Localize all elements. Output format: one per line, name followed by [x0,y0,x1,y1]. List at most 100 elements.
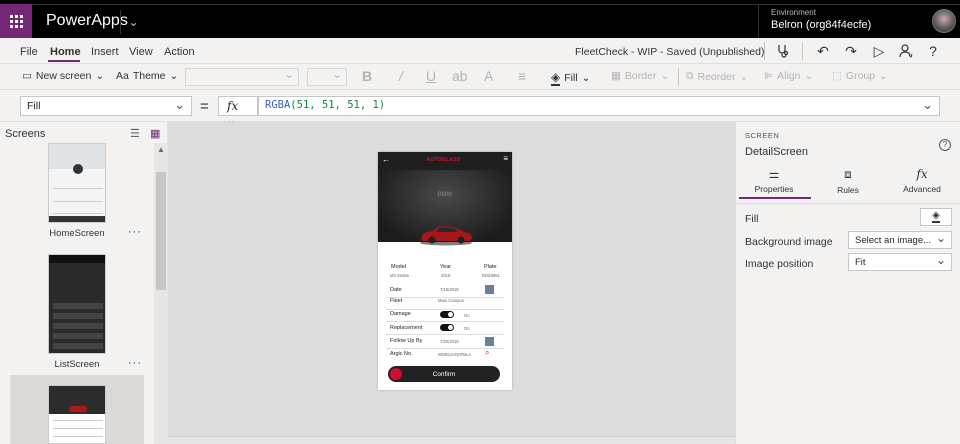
replacement-label: Replacement [390,325,423,331]
calendar-icon[interactable] [485,285,494,294]
confirm-label: Confirm [432,370,456,378]
document-status: FleetCheck - WIP - Saved (Unpublished) [575,46,765,58]
new-screen-label: New screen [35,70,92,82]
new-screen-button[interactable]: ▭ New screen ⌄ [22,70,104,82]
help-circle-icon[interactable]: ? [939,139,951,151]
theme-label: Theme [132,70,166,82]
confirm-dot-icon [390,368,402,380]
active-tab-indicator [739,197,811,199]
phone-preview[interactable]: ← AUTOGLASS ≡ BMW Model M3 Sedan Year 20… [378,152,512,390]
list-view-icon[interactable]: ☰ [130,127,140,140]
app-checker-icon[interactable] [772,41,794,61]
listscreen-more-button[interactable]: ··· [128,357,142,369]
menu-insert[interactable]: Insert [91,46,119,58]
argic-value[interactable]: WDB12AN0FBLA [438,352,471,357]
group-button[interactable]: ⬚ Group ⌄ [832,70,888,82]
date-value[interactable]: 7/16/2018 [440,287,459,292]
separator [764,42,765,60]
play-icon[interactable]: ▷ [868,41,890,61]
app-menu-chevron-icon[interactable]: ⌄ [120,10,146,34]
font-color-icon[interactable]: A [484,68,493,84]
bold-icon[interactable]: B [362,68,372,84]
property-dropdown[interactable]: Fill [20,96,192,116]
background-image-label: Background image [745,236,833,248]
replacement-value: On [464,326,470,331]
plate-value: RDZ6981 [482,273,500,278]
theme-button[interactable]: Aa Theme ⌄ [116,70,178,82]
brand-logo: AUTOGLASS [426,157,461,163]
reorder-button[interactable]: ⧉ Reorder ⌄ [686,70,748,83]
menu-action[interactable]: Action [164,46,195,58]
environment-name: Belron (org84f4ecfe) [771,19,872,31]
chevron-down-icon: ⌄ [581,72,591,84]
chevron-down-icon: ⌄ [879,70,888,82]
fx-icon: fx [227,99,239,113]
scroll-up-icon[interactable]: ▲ [157,145,165,154]
screen-name-homescreen[interactable]: HomeScreen [22,228,132,239]
menu-home[interactable]: Home [50,46,81,58]
app-launcher-button[interactable] [0,4,32,38]
active-menu-indicator [48,60,80,62]
tab-rules[interactable]: ⧈ Rules [813,167,883,195]
scrollbar-thumb[interactable] [156,172,166,290]
fill-color-picker[interactable]: ◈ [920,208,952,226]
waffle-icon [9,14,23,28]
divider [386,334,504,335]
separator [802,42,803,60]
model-value: M3 Sedan [390,273,410,278]
image-position-label: Image position [745,258,814,270]
followup-value[interactable]: 7/20/2018 [440,339,459,344]
image-position-dropdown[interactable]: Fit [848,253,952,271]
tab-properties[interactable]: ⚌ Properties [739,167,809,194]
screen-name-listscreen[interactable]: ListScreen [22,359,132,370]
hamburger-icon[interactable]: ≡ [503,154,508,163]
avatar[interactable] [932,9,956,33]
chevron-down-icon: ⌄ [169,70,179,82]
homescreen-thumbnail[interactable] [48,143,106,223]
reorder-icon: ⧉ [686,70,694,82]
replacement-toggle[interactable] [440,324,454,331]
confirm-button[interactable]: Confirm [388,366,500,382]
menu-view[interactable]: View [129,46,153,58]
border-label: Border [624,70,657,82]
followup-label: Follow Up By [390,338,423,344]
plate-label: Plate [484,264,497,270]
align-button[interactable]: ⊫ Align ⌄ [764,70,813,82]
formula-input[interactable]: RGBA(51, 51, 51, 1) [258,96,940,116]
thumbnail-view-icon[interactable]: ▦ [150,127,160,140]
detailscreen-thumbnail[interactable] [48,385,106,444]
redo-icon[interactable]: ↷ [840,41,862,61]
menu-file[interactable]: File [20,46,38,58]
search-icon[interactable]: ⌕ [485,348,489,358]
back-arrow-icon[interactable]: ← [382,155,390,164]
phone-header: ← AUTOGLASS ≡ [378,152,512,170]
fill-button[interactable]: ◈ Fill ⌄ [551,70,590,86]
underline-icon[interactable]: U [426,68,436,84]
environment-picker[interactable]: Environment Belron (org84f4ecfe) [758,4,926,38]
font-size-dropdown[interactable] [307,67,347,86]
divider [736,203,960,204]
align-icon: ⊫ [764,70,774,82]
share-user-icon[interactable] [895,41,917,61]
car-icon [420,226,472,246]
italic-icon[interactable]: / [399,68,403,84]
fx-button[interactable]: fx ⌄ [218,96,258,127]
new-screen-icon: ▭ [22,70,32,82]
selected-kind: SCREEN [745,131,780,140]
help-icon[interactable]: ? [922,41,944,61]
text-align-icon[interactable]: ≡ [518,68,526,84]
background-image-dropdown[interactable]: Select an image... [848,231,952,249]
calendar-icon[interactable] [485,337,494,346]
strikethrough-icon[interactable]: ab [452,68,468,84]
undo-icon[interactable]: ↶ [812,41,834,61]
font-family-dropdown[interactable] [185,67,299,86]
align-label: Align [777,70,801,82]
tab-advanced[interactable]: fx Advanced [887,167,957,194]
border-button[interactable]: ▦ Border ⌄ [611,70,669,82]
fleet-value[interactable]: Main Campus [438,298,464,303]
equals-sign: = [200,98,209,115]
damage-toggle[interactable] [440,311,454,318]
homescreen-more-button[interactable]: ··· [128,226,142,238]
listscreen-thumbnail[interactable] [48,254,106,354]
car-make: BMW [437,192,453,198]
